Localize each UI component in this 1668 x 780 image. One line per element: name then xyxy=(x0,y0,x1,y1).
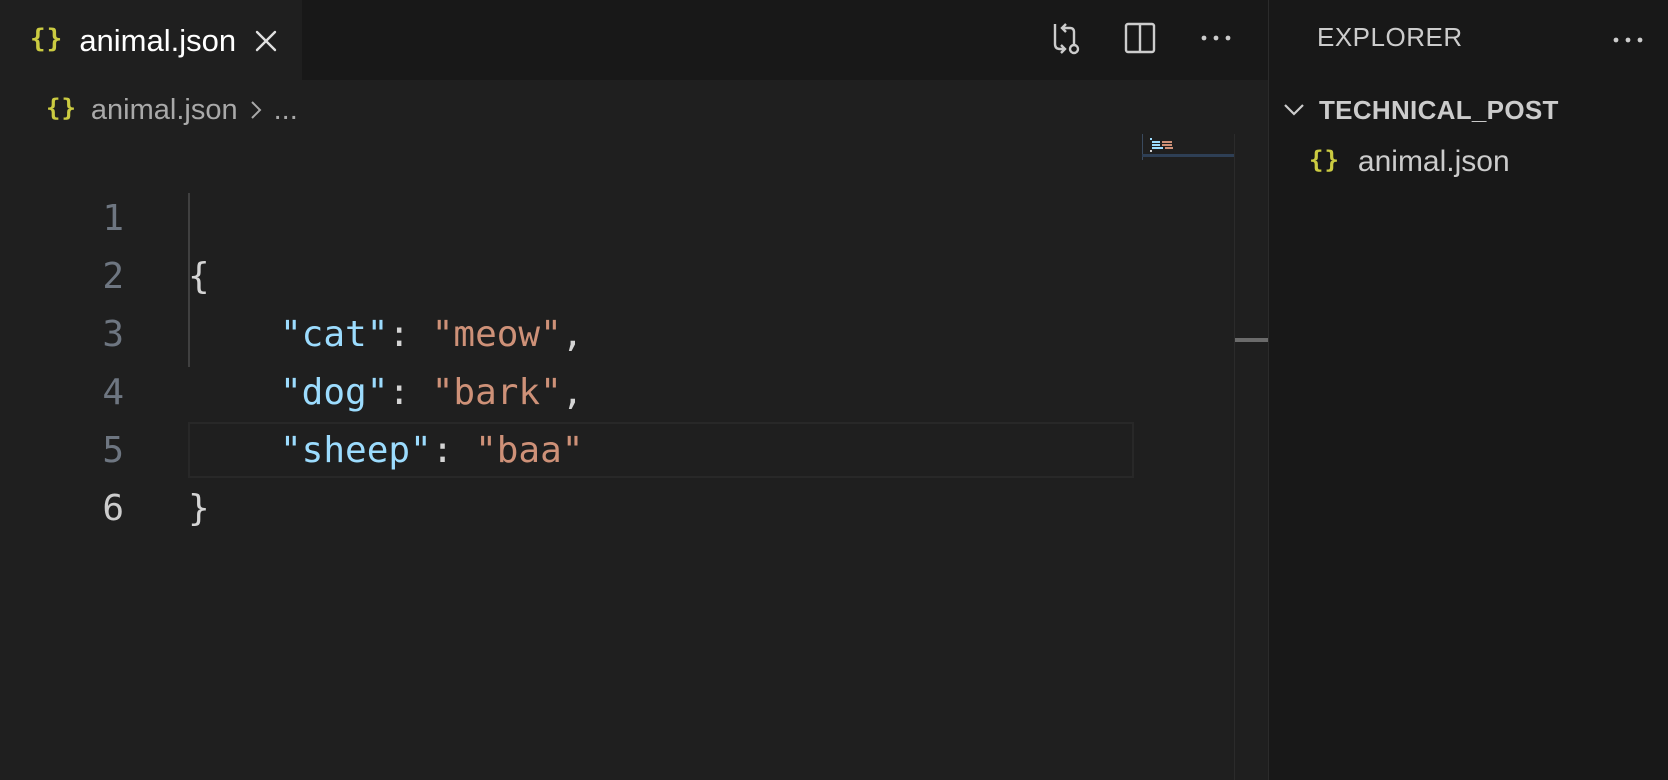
tab-animal-json[interactable]: {} animal.json xyxy=(0,0,302,82)
json-braces-icon: {} xyxy=(30,24,64,54)
sidebar-title: EXPLORER xyxy=(1317,22,1463,52)
code-editor[interactable]: 1 { 2 "cat": "meow", 3 "dog": "bark", 4 … xyxy=(0,132,1140,780)
more-actions-icon[interactable] xyxy=(1608,20,1648,60)
breadcrumb: {} animal.json ... xyxy=(46,88,298,132)
breadcrumb-file[interactable]: animal.json xyxy=(91,94,238,127)
tab-label: animal.json xyxy=(79,23,237,58)
tab-bar: {} animal.json xyxy=(0,0,1268,82)
folder-technical-post[interactable]: TECHNICAL_POST xyxy=(1281,88,1559,132)
explorer-sidebar: EXPLORER TECHNICAL_POST {} animal.json xyxy=(1268,0,1668,780)
minimap-slider[interactable] xyxy=(1142,154,1234,157)
git-compare-icon[interactable] xyxy=(1044,18,1084,58)
code-line: 2 "cat": "meow", xyxy=(0,190,1140,355)
editor-group: {} animal.json {} animal.json ... 1 {2 … xyxy=(0,0,1269,780)
code-line: 1 { xyxy=(0,132,1140,297)
scrollbar-thumb[interactable] xyxy=(1235,338,1269,342)
file-item-animal-json[interactable]: {} animal.json xyxy=(1309,140,1510,184)
editor-actions xyxy=(1044,18,1236,58)
vscode-window: {} animal.json {} animal.json ... 1 {2 … xyxy=(0,0,1668,780)
vertical-scrollbar[interactable] xyxy=(1234,134,1269,780)
more-actions-icon[interactable] xyxy=(1196,18,1236,58)
folder-name: TECHNICAL_POST xyxy=(1319,94,1559,125)
json-close-brace: } xyxy=(188,488,210,529)
breadcrumb-symbols[interactable]: ... xyxy=(274,94,298,127)
code-line: 6 xyxy=(0,422,1140,529)
close-icon[interactable] xyxy=(252,27,280,55)
code-line: 4 "sheep": "baa" xyxy=(0,306,1140,471)
chevron-down-icon xyxy=(1281,97,1307,123)
split-editor-icon[interactable] xyxy=(1120,18,1160,58)
chevron-right-icon xyxy=(248,98,264,122)
json-braces-icon: {} xyxy=(1309,146,1340,174)
file-name: animal.json xyxy=(1357,145,1510,178)
code-line: 5 } xyxy=(0,364,1140,529)
code-line: 3 "dog": "bark", xyxy=(0,248,1140,413)
line-number-active: 6 xyxy=(102,488,124,529)
json-braces-icon: {} xyxy=(46,94,77,122)
